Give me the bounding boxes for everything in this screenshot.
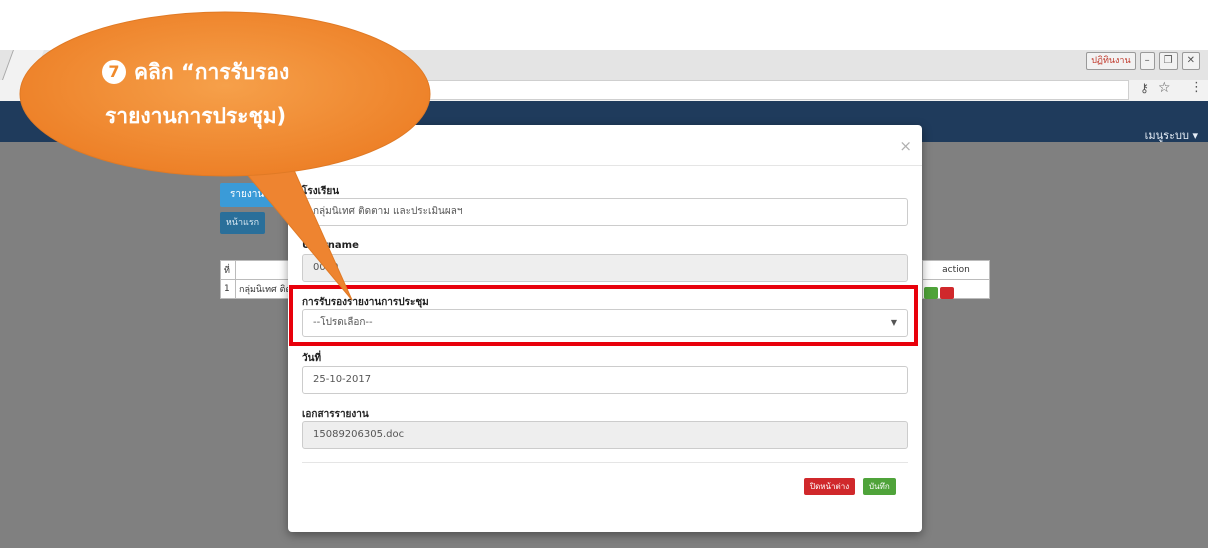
window-controls: ปฏิทินงาน – ❐ ✕: [1086, 52, 1200, 70]
row-actions: [924, 287, 954, 299]
document-input[interactable]: 15089206305.doc: [302, 421, 908, 449]
save-button[interactable]: บันทึก: [863, 478, 896, 495]
close-icon[interactable]: ×: [899, 137, 912, 155]
step-number-badge: 7: [102, 60, 126, 84]
callout-line-2: รายงานการประชุม): [105, 104, 287, 128]
edit-icon[interactable]: [924, 287, 938, 299]
callout-text-1: คลิก “การรับรอง: [134, 60, 290, 84]
maximize-button[interactable]: ❐: [1158, 52, 1178, 70]
header-action: action: [922, 260, 990, 280]
minimize-button[interactable]: –: [1139, 52, 1155, 70]
menu-icon[interactable]: ⋮: [1190, 80, 1203, 95]
star-icon[interactable]: ☆: [1158, 80, 1171, 96]
callout-line-1: 7 คลิก “การรับรอง: [102, 56, 289, 89]
modal-divider: [302, 462, 908, 463]
callout-body: [19, 11, 431, 177]
date-label: วันที่: [302, 353, 322, 364]
delete-icon[interactable]: [940, 287, 954, 299]
document-label: เอกสารรายงาน: [302, 409, 369, 420]
address-bar[interactable]: [420, 80, 1129, 100]
window-user-label[interactable]: ปฏิทินงาน: [1086, 52, 1136, 70]
close-window-button[interactable]: ✕: [1181, 52, 1200, 70]
key-icon[interactable]: ⚷: [1140, 81, 1149, 95]
close-window-modal-button[interactable]: ปิดหน้าต่าง: [804, 478, 856, 495]
callout-bubble: [19, 11, 431, 301]
date-input[interactable]: 25-10-2017: [302, 366, 908, 394]
